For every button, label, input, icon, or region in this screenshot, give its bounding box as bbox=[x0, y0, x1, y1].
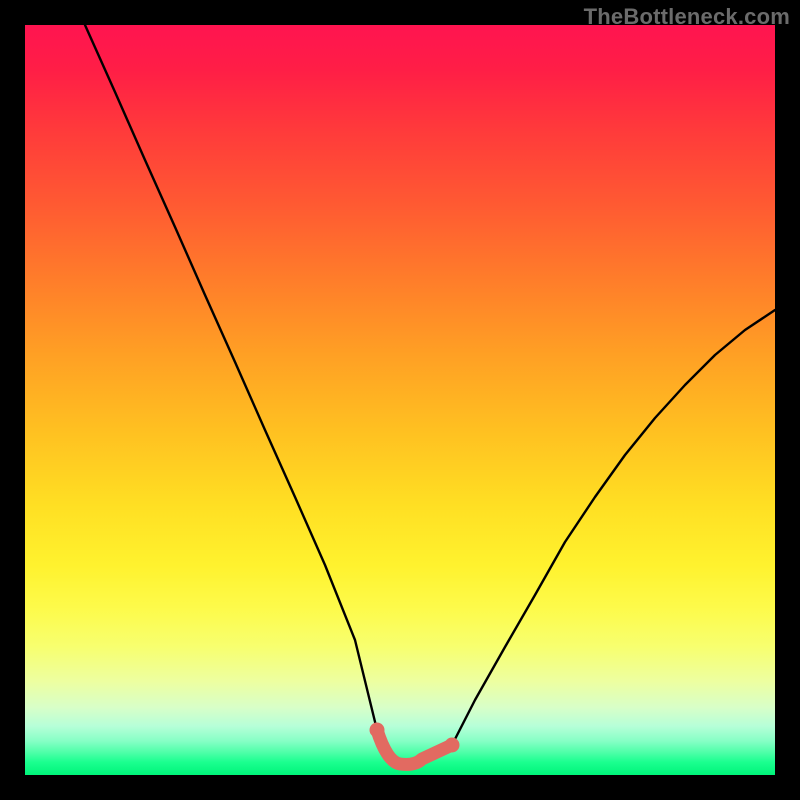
curve-layer bbox=[25, 25, 775, 775]
watermark-text: TheBottleneck.com bbox=[584, 4, 790, 30]
plot-area bbox=[25, 25, 775, 775]
optimal-zone-end-right bbox=[445, 738, 460, 753]
chart-stage: TheBottleneck.com bbox=[0, 0, 800, 800]
optimal-zone-end-left bbox=[370, 723, 385, 738]
bottleneck-curve bbox=[85, 25, 775, 764]
optimal-zone-highlight bbox=[377, 730, 452, 764]
